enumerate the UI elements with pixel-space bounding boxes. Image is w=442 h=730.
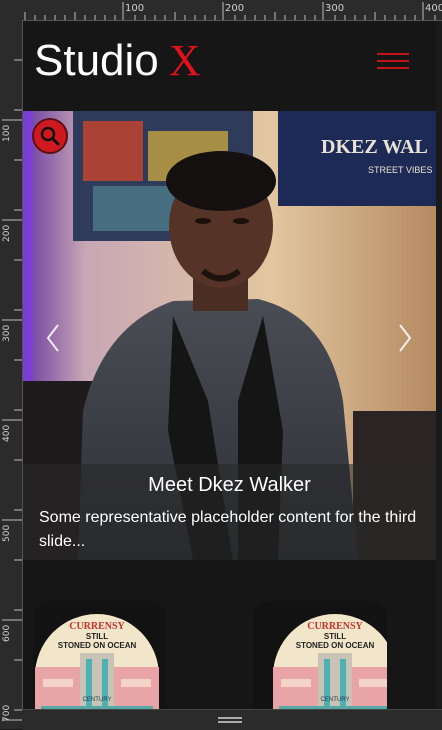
ruler-label: 400 [2,424,12,442]
sign-text: DKEZ WAL [321,136,428,158]
chevron-right-icon [399,324,412,352]
ruler-label: 400 [425,3,442,14]
search-icon [40,126,60,146]
hero-carousel: DKEZ WAL STREET VIBES Meet Dkez Walker S… [23,111,436,560]
brand-logo[interactable]: Studio X [34,39,201,83]
album-text: STONED ON OCEAN [296,641,375,650]
ruler-label: 700 [2,704,12,722]
album-text: CENTURY [83,697,112,703]
page-viewport: Studio X DKEZ WAL STREET VIBES Meet Dkez… [23,21,436,709]
carousel-prev-button[interactable] [45,323,61,361]
search-button[interactable] [32,118,68,154]
ruler-label: 300 [2,324,12,342]
album-text: STONED ON OCEAN [58,641,137,650]
ruler-label: 200 [2,224,12,242]
site-header: Studio X [23,21,436,111]
ruler-vertical: 100 200 300 400 500 600 700 [0,20,23,729]
album-text: CURRENSY [307,621,363,632]
ruler-label: 300 [325,3,345,14]
ruler-horizontal: 100 200 300 400 [0,0,442,21]
album-text: STILL [324,632,346,641]
slide-caption-text: Some representative placeholder content … [39,509,417,550]
brand-mark: X [168,36,201,85]
album-text: STILL [86,632,108,641]
hamburger-icon[interactable] [375,51,411,75]
album-cover: CURRENSY STILL STONED ON OCEAN CENTURY [273,614,387,709]
ruler-ticks-top [24,2,436,20]
ruler-label: 100 [2,124,12,142]
album-cover: CURRENSY STILL STONED ON OCEAN CENTURY [35,614,159,709]
carousel-next-button[interactable] [397,323,413,361]
album-text: CENTURY [321,697,350,703]
ruler-label: 200 [225,3,245,14]
resize-bar[interactable] [22,709,442,730]
ruler-label: 600 [2,624,12,642]
chevron-left-icon [46,324,59,352]
slide-caption-title: Meet Dkez Walker [148,474,311,496]
ruler-label: 100 [125,3,145,14]
brand-word: Studio [34,36,159,85]
ruler-label: 500 [2,524,12,542]
sign-text: STREET VIBES [368,165,432,175]
drag-handle-icon[interactable] [218,717,242,719]
album-card[interactable]: CURRENSY STILL STONED ON OCEAN CENTURY [33,601,167,709]
album-card[interactable]: CURRENSY STILL STONED ON OCEAN CENTURY [253,601,387,709]
album-text: CURRENSY [69,621,125,632]
